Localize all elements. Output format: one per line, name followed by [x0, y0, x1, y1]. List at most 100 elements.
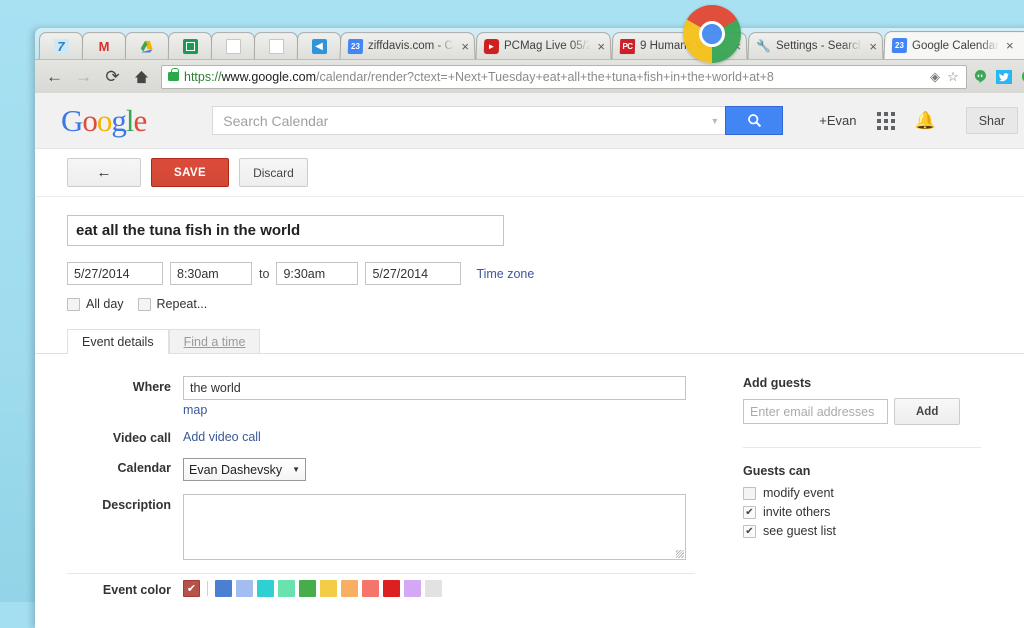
tab-close-icon[interactable]: ×	[459, 40, 469, 53]
color-swatch[interactable]	[362, 580, 379, 597]
pinned-tab-feedly[interactable]: 7	[39, 32, 83, 59]
color-swatch-selected[interactable]: ✔	[183, 580, 200, 597]
color-swatch[interactable]	[320, 580, 337, 597]
color-swatch[interactable]	[299, 580, 316, 597]
grid-apps-icon[interactable]	[877, 112, 895, 130]
checkbox-checked-icon: ✔	[743, 506, 756, 519]
notifications-bell-icon[interactable]: 🔔	[915, 112, 936, 129]
pinned-tab-sheets[interactable]	[168, 32, 212, 59]
back-to-calendar-button[interactable]: ←	[67, 158, 141, 187]
share-button[interactable]: Shar	[966, 107, 1018, 134]
color-swatch[interactable]	[236, 580, 253, 597]
browser-tab-google-calendar[interactable]: 23 Google Calendar ×	[883, 31, 1024, 59]
calendar-selected-value: Evan Dashevsky	[189, 463, 282, 477]
pinned-tab-document-1[interactable]	[211, 32, 255, 59]
end-date-input[interactable]: 5/27/2014	[365, 262, 461, 285]
chevron-down-icon[interactable]: ▼	[710, 116, 719, 126]
tab-close-icon[interactable]: ×	[1004, 39, 1014, 52]
event-details-left-column: Where the world map Video call Add video…	[35, 376, 695, 610]
add-guests-row: Enter email addresses Add	[743, 398, 995, 425]
map-link[interactable]: map	[183, 400, 686, 417]
add-guest-button[interactable]: Add	[894, 398, 960, 425]
guest-email-input[interactable]: Enter email addresses	[743, 399, 888, 424]
reload-button[interactable]: ⟳	[99, 63, 126, 90]
chevron-down-icon: ▼	[292, 465, 300, 474]
translate-icon[interactable]: ◈	[926, 69, 944, 85]
google-sheets-icon	[182, 39, 197, 54]
resize-grip-icon[interactable]	[676, 550, 684, 558]
document-icon	[225, 39, 240, 54]
forward-button[interactable]: →	[70, 63, 97, 90]
start-date-input[interactable]: 5/27/2014	[67, 262, 163, 285]
speaker-icon: ◀	[311, 39, 326, 54]
all-day-checkbox[interactable]: All day	[67, 297, 124, 311]
event-title-row: eat all the tuna fish in the world	[35, 197, 1024, 246]
start-time-input[interactable]: 8:30am	[170, 262, 252, 285]
pinned-tab-speaker[interactable]: ◀	[297, 32, 341, 59]
time-zone-link[interactable]: Time zone	[476, 267, 534, 281]
color-swatch[interactable]	[257, 580, 274, 597]
calendar-select[interactable]: Evan Dashevsky ▼	[183, 458, 306, 481]
tab-close-icon[interactable]: ×	[867, 40, 877, 53]
subtab-underline	[35, 353, 1024, 354]
feedly-icon[interactable]	[1017, 66, 1024, 88]
chrome-browser-window: 7 M ◀ 23 ziffdavis.com - Ca × ► P	[35, 28, 1024, 628]
home-button[interactable]	[128, 63, 155, 90]
youtube-icon: ►	[484, 39, 499, 54]
browser-tab-settings[interactable]: 🔧 Settings - Search ×	[747, 32, 883, 59]
calendar-search: Search Calendar ▼	[212, 106, 783, 135]
pinned-tab-gmail[interactable]: M	[82, 32, 126, 59]
where-row: Where the world map	[35, 376, 695, 417]
tab-close-icon[interactable]: ×	[595, 40, 605, 53]
search-button[interactable]	[725, 106, 783, 135]
event-datetime-row: 5/27/2014 8:30am to 9:30am 5/27/2014 Tim…	[35, 246, 1024, 285]
pinned-tab-document-2[interactable]	[254, 32, 298, 59]
where-label: Where	[35, 376, 183, 394]
where-input[interactable]: the world	[183, 376, 686, 400]
color-swatch[interactable]	[215, 580, 232, 597]
tab-find-a-time[interactable]: Find a time	[169, 329, 261, 354]
checkbox-icon	[138, 298, 151, 311]
twitter-icon[interactable]	[993, 66, 1015, 88]
checkbox-checked-icon: ✔	[743, 525, 756, 538]
permission-invite-others[interactable]: ✔ invite others	[743, 505, 995, 519]
checkbox-icon	[743, 487, 756, 500]
color-swatch[interactable]	[278, 580, 295, 597]
search-input[interactable]: Search Calendar ▼	[212, 106, 725, 135]
account-name[interactable]: +Evan	[819, 113, 856, 128]
description-textarea[interactable]	[183, 494, 686, 560]
save-button[interactable]: SAVE	[151, 158, 229, 187]
add-video-call-link[interactable]: Add video call	[183, 430, 261, 444]
event-details-panel: Where the world map Video call Add video…	[35, 354, 1024, 610]
hangouts-icon[interactable]	[969, 66, 991, 88]
guests-panel: Add guests Enter email addresses Add Gue…	[695, 376, 995, 610]
address-bar[interactable]: https://www.google.com/calendar/render?c…	[161, 65, 967, 89]
permission-see-guest-list[interactable]: ✔ see guest list	[743, 524, 995, 538]
color-swatch[interactable]	[341, 580, 358, 597]
event-color-swatches: ✔	[183, 580, 442, 597]
event-title-input[interactable]: eat all the tuna fish in the world	[67, 215, 504, 246]
color-swatch[interactable]	[383, 580, 400, 597]
pcmag-icon: PC	[620, 39, 635, 54]
browser-tab-ziffdavis[interactable]: 23 ziffdavis.com - Ca ×	[339, 32, 475, 59]
tab-event-details[interactable]: Event details	[67, 329, 169, 354]
to-label: to	[259, 267, 269, 281]
bookmark-star-icon[interactable]: ☆	[944, 69, 962, 85]
guests-divider	[743, 447, 981, 448]
search-icon	[746, 112, 763, 129]
discard-button[interactable]: Discard	[239, 158, 308, 187]
permission-modify-event[interactable]: modify event	[743, 486, 995, 500]
back-button[interactable]: ←	[41, 63, 68, 90]
event-options-row: All day Repeat...	[35, 285, 1024, 311]
browser-tabstrip: 7 M ◀ 23 ziffdavis.com - Ca × ► P	[35, 28, 1024, 59]
color-swatch[interactable]	[404, 580, 421, 597]
permission-label: invite others	[763, 505, 830, 519]
pinned-tab-drive[interactable]	[125, 32, 169, 59]
repeat-checkbox[interactable]: Repeat...	[138, 297, 208, 311]
color-swatch[interactable]	[425, 580, 442, 597]
browser-tab-pcmag-live[interactable]: ► PCMag Live 05/23 ×	[475, 32, 611, 59]
tab-title: PCMag Live 05/23	[504, 40, 591, 52]
end-time-input[interactable]: 9:30am	[276, 262, 358, 285]
checkbox-icon	[67, 298, 80, 311]
header-right-tools: +Evan 🔔 Shar	[819, 107, 1018, 134]
